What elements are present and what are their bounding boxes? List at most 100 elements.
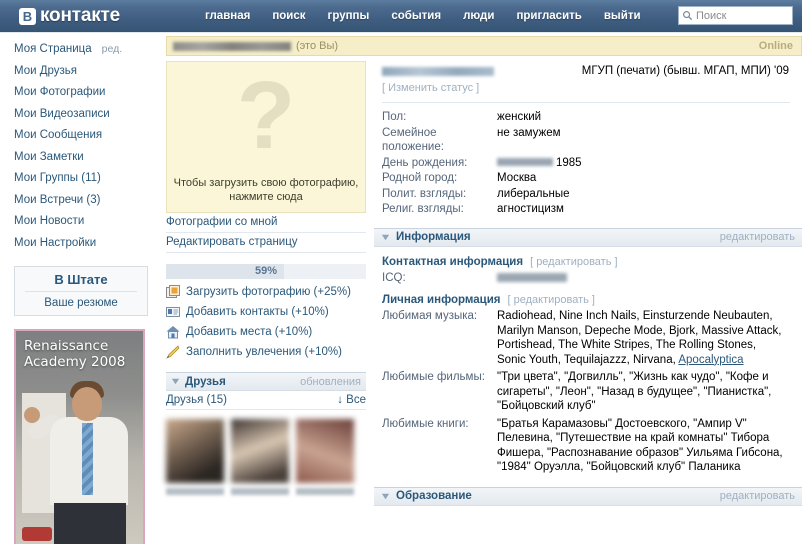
fact-hometown: Родной город: Москва [382,171,792,186]
divider [382,102,790,103]
icq-redacted [497,271,787,286]
sidebar-item-my-settings[interactable]: Мои Настройки [14,233,160,255]
contact-card-icon [166,307,180,317]
profile-left-column: (это Вы) ? Чтобы загрузить свою фотограф… [160,33,802,544]
fact-key: Любимые фильмы: [382,371,485,383]
sidebar-edit-link[interactable]: ред. [102,43,123,55]
fact-key: Семейное положение: [382,126,444,154]
sidebar-item-my-groups[interactable]: Мои Группы (11) [14,168,160,190]
fact-birthday: День рождения: 1985 [382,156,792,171]
advertisement-banner[interactable]: Renaissance Academy 2008 [14,329,145,544]
top-header-bar: В контакте главная поиск группы события … [0,0,802,36]
fact-favorite-books: Любимые книги: "Братья Карамазовы" Досто… [382,417,792,475]
profile-completion-progress: 59% [166,264,366,279]
todo-upload-photo[interactable]: Загрузить фотографию (+25%) [166,285,366,299]
list-item[interactable] [166,419,224,495]
section-title: Образование [396,490,472,502]
site-logo[interactable]: В контакте [19,5,120,27]
change-status-link[interactable]: [ Изменить статус ] [382,82,494,94]
section-edit-link[interactable]: редактировать [720,231,795,243]
friend-thumbnail-list [166,419,366,495]
profile-details: [ Изменить статус ] МГУП (печати) (бывш.… [374,56,802,217]
todo-add-contacts[interactable]: Добавить контакты (+10%) [166,305,366,319]
friends-all-link[interactable]: ↓ Все [337,391,366,409]
section-title: Информация [396,231,471,243]
section-edit-link[interactable]: редактировать [720,490,795,502]
edit-page-link[interactable]: Редактировать страницу [166,233,366,253]
sidebar-item-my-meetings[interactable]: Мои Встречи (3) [14,190,160,212]
avatar[interactable] [166,419,224,483]
sidebar-item-my-friends[interactable]: Мои Друзья [14,61,160,83]
friends-count-row: Друзья (15) ↓ Все [166,391,366,410]
fact-favorite-movies: Любимые фильмы: "Три цвета", "Догвилль",… [382,370,792,414]
friend-name-redacted [231,488,289,495]
top-navigation: главная поиск группы события люди пригла… [194,0,652,33]
fact-political-views: Полит. взгляды: либеральные [382,187,792,202]
status-badge: Online [758,40,793,52]
fact-value: "Три цвета", "Догвилль", "Жизнь как чудо… [497,371,772,412]
contact-info-edit-link[interactable]: [ редактировать ] [530,256,617,268]
personal-info-edit-link[interactable]: [ редактировать ] [508,294,595,306]
page-body: Моя Страница ред. Мои Друзья Мои Фотограф… [0,33,802,544]
friend-name-redacted [166,488,224,495]
personal-info-title: Личная информация [382,294,501,306]
fact-value: Москва [497,172,537,184]
contact-info-header: Контактная информация [ редактировать ] [382,256,792,268]
sidebar-item-my-photos[interactable]: Мои Фотографии [14,82,160,104]
photo-icon [166,285,180,298]
section-header-information[interactable]: Информация редактировать [374,227,802,247]
friends-updates-link[interactable]: обновления [300,376,361,388]
section-header-education[interactable]: Образование редактировать [374,486,802,506]
resume-link[interactable]: Ваше резюме [15,297,147,309]
search-placeholder: Поиск [696,9,727,22]
todo-add-places[interactable]: Добавить места (+10%) [166,325,366,339]
nav-invite[interactable]: пригласить [505,0,592,33]
information-body: Контактная информация [ редактировать ] … [374,256,802,475]
fact-icq: ICQ: [382,271,792,286]
avatar[interactable] [296,419,354,483]
ad-head [72,387,102,421]
list-item[interactable] [231,419,289,495]
fact-value: агностицизм [497,203,564,215]
nav-groups[interactable]: группы [317,0,381,33]
sidebar-item-my-page[interactable]: Моя Страница ред. [14,39,160,61]
search-input[interactable]: Поиск [678,6,793,25]
todo-label: Добавить места (+10%) [186,326,313,338]
profile-name-redacted [173,41,291,51]
sidebar-item-my-videos[interactable]: Мои Видеозаписи [14,104,160,126]
staff-widget-title: В Штате [54,272,108,287]
sidebar-item-my-messages[interactable]: Мои Сообщения [14,125,160,147]
sidebar-item-my-news[interactable]: Мои Новости [14,211,160,233]
friend-name-redacted [296,488,354,495]
todo-label: Заполнить увлечения (+10%) [186,346,342,358]
sidebar: Моя Страница ред. Мои Друзья Мои Фотограф… [0,33,160,544]
nav-home[interactable]: главная [194,0,261,33]
fact-gender: Пол: женский [382,110,792,125]
divider [25,291,137,292]
fact-value-wrap: Radiohead, Nine Inch Nails, Einsturzende… [497,309,787,367]
nav-search[interactable]: поиск [261,0,316,33]
friends-title: Друзья [185,375,226,388]
collapse-arrow-icon [381,493,390,499]
fact-religious-views: Религ. взгляды: агностицизм [382,202,792,217]
music-link-apocalyptica[interactable]: Apocalyptica [678,354,743,366]
sidebar-item-my-notes[interactable]: Мои Заметки [14,147,160,169]
sidebar-item-label: Моя Страница [14,43,92,55]
nav-logout[interactable]: выйти [593,0,652,33]
profile-photo-placeholder[interactable]: ? Чтобы загрузить свою фотографию, нажми… [166,61,366,213]
avatar[interactable] [231,419,289,483]
fact-key: Родной город: [382,172,458,184]
ad-object [22,527,52,541]
ad-tie [82,423,93,495]
upload-photo-prompt: Чтобы загрузить свою фотографию, нажмите… [171,176,361,204]
friends-section-header[interactable]: Друзья обновления [166,372,366,391]
photos-with-me-link[interactable]: Фотографии со мной [166,213,366,233]
nav-events[interactable]: события [380,0,452,33]
list-item[interactable] [296,419,354,495]
pencil-icon [166,345,180,359]
todo-fill-interests[interactable]: Заполнить увлечения (+10%) [166,345,366,359]
friends-count-label: Друзья (15) [166,394,227,406]
fact-key: День рождения: [382,156,468,169]
nav-people[interactable]: люди [452,0,505,33]
collapse-arrow-icon [171,378,180,385]
